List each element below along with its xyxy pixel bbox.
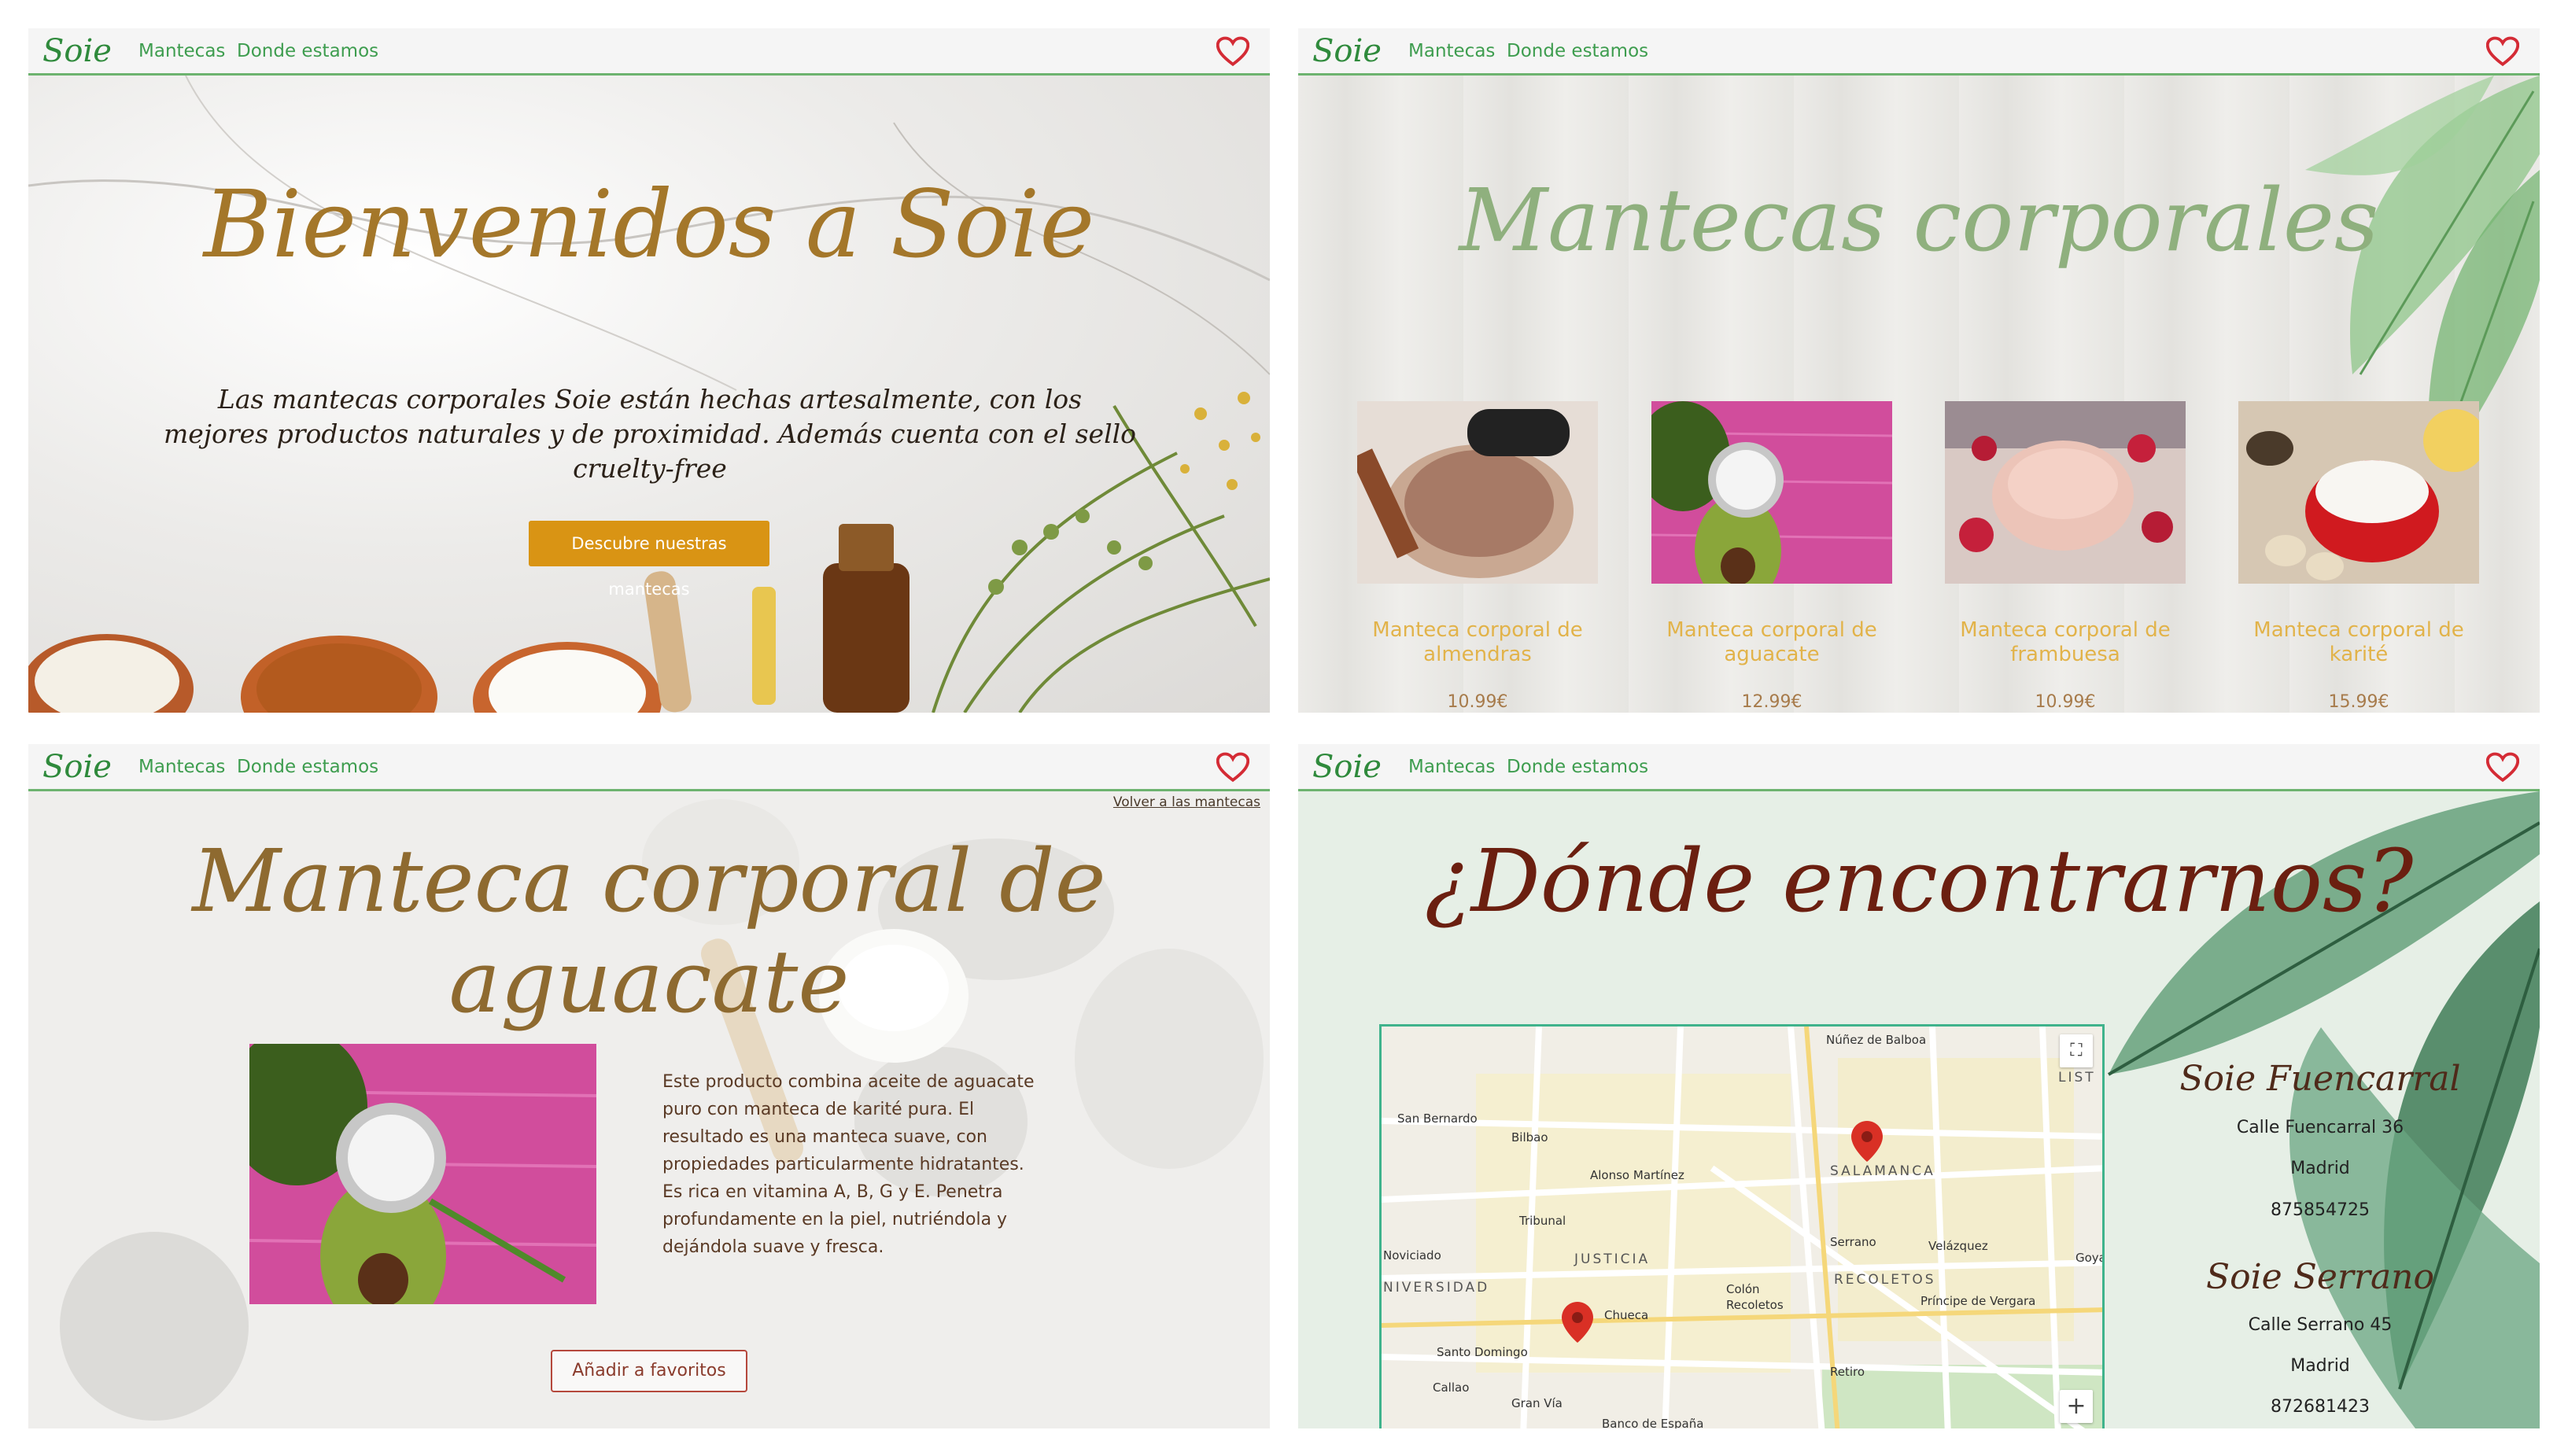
discover-button[interactable]: Descubre nuestras mantecas [529,521,769,599]
page-title: Mantecas corporales [1459,170,2379,271]
store-address: Calle Serrano 45 [2248,1315,2393,1335]
map-label: Bilbao [1511,1130,1548,1145]
product-card-karite[interactable]: Manteca corporal de karité 15.99€ [2238,401,2479,712]
store-city: Madrid [2290,1159,2350,1178]
brand-logo[interactable]: Soie [1312,749,1382,785]
product-image[interactable] [2238,401,2479,584]
nav-link-donde-estamos[interactable]: Donde estamos [1507,41,1648,61]
map-label: Velázquez [1928,1239,1988,1253]
location-screen: Soie Mantecas Donde estamos ¿Dónde encon… [1298,744,2540,1428]
product-price: 10.99€ [1447,692,1508,712]
brand-logo[interactable]: Soie [42,749,112,785]
map-label: LIST [2058,1070,2096,1086]
map-label: Noviciado [1383,1248,1441,1262]
store-address: Calle Fuencarral 36 [2236,1118,2404,1137]
product-name[interactable]: Manteca corporal de frambuesa [1945,618,2186,667]
brand-logo[interactable]: Soie [1312,33,1382,69]
map-label: San Bernardo [1397,1111,1478,1126]
page-title: Manteca corporal de aguacate [192,831,1106,1032]
product-image [249,1044,596,1304]
product-price: 10.99€ [2035,692,2096,712]
navbar: Soie Mantecas Donde estamos [1298,744,2540,791]
product-image[interactable] [1945,401,2186,584]
store-phone: 872681423 [2271,1397,2370,1417]
map-label: NIVERSIDAD [1383,1280,1490,1296]
map-label: SALAMANCA [1830,1163,1935,1179]
product-card-frambuesa[interactable]: Manteca corporal de frambuesa 10.99€ [1945,401,2186,712]
map-label: Alonso Martínez [1590,1168,1684,1182]
back-to-products-link[interactable]: Volver a las mantecas [1113,794,1260,810]
heart-icon[interactable] [2486,752,2519,783]
heart-icon[interactable] [2486,36,2519,68]
map-label: Núñez de Balboa [1826,1033,1927,1047]
product-price: 12.99€ [1741,692,1802,712]
map-streets [1382,1027,2102,1428]
nav-link-mantecas[interactable]: Mantecas [138,757,225,777]
nav-link-mantecas[interactable]: Mantecas [1408,41,1495,61]
map-label: RECOLETOS [1834,1272,1936,1288]
brand-logo[interactable]: Soie [42,33,112,69]
product-detail-screen: Soie Mantecas Donde estamos Volver a las… [28,744,1270,1428]
page-title: ¿Dónde encontrarnos? [1424,831,2414,931]
product-card-almendras[interactable]: Manteca corporal de almendras 10.99€ [1357,401,1598,712]
product-image[interactable] [1651,401,1892,584]
map-label: Colón [1726,1282,1760,1296]
map-label: Callao [1433,1380,1470,1395]
map-label: Banco de España [1602,1417,1704,1428]
navbar: Soie Mantecas Donde estamos [28,744,1270,791]
map-label: Tribunal [1519,1214,1566,1228]
product-name[interactable]: Manteca corporal de karité [2238,618,2479,667]
nav-link-mantecas[interactable]: Mantecas [138,41,225,61]
home-screen: Soie Mantecas Donde estamos Bienvenidos … [28,28,1270,713]
store-name: Soie Fuencarral [2179,1059,2461,1099]
nav-link-mantecas[interactable]: Mantecas [1408,757,1495,777]
zoom-in-button[interactable]: + [2060,1390,2093,1423]
product-description: Este producto combina aceite de aguacate… [662,1072,1035,1257]
map-label: Príncipe de Vergara [1920,1294,2036,1308]
navbar: Soie Mantecas Donde estamos [28,28,1270,76]
product-price: 15.99€ [2328,692,2389,712]
nav-link-donde-estamos[interactable]: Donde estamos [1507,757,1648,777]
nav-link-donde-estamos[interactable]: Donde estamos [237,757,378,777]
map-label: JUSTICIA [1574,1251,1651,1267]
nav-link-donde-estamos[interactable]: Donde estamos [237,41,378,61]
add-to-favorites-button[interactable]: Añadir a favoritos [551,1350,747,1392]
page-title: Bienvenidos a Soie [203,170,1095,278]
fullscreen-icon[interactable]: ⛶ [2060,1034,2093,1067]
map-label: Serrano [1830,1235,1876,1249]
product-card-aguacate[interactable]: Manteca corporal de aguacate 12.99€ [1651,401,1892,712]
map-label: Recoletos [1726,1298,1784,1312]
map-label: Chueca [1604,1308,1649,1322]
navbar: Soie Mantecas Donde estamos [1298,28,2540,76]
product-name[interactable]: Manteca corporal de aguacate [1651,618,1892,667]
store-map[interactable]: Núñez de Balboa LIST San Bernardo Bilbao… [1379,1024,2105,1428]
map-label: Retiro [1830,1365,1865,1379]
heart-icon[interactable] [1216,36,1249,68]
map-label: Santo Domingo [1437,1345,1528,1359]
store-city: Madrid [2290,1356,2350,1376]
map-label: Gran Vía [1511,1396,1563,1410]
heart-icon[interactable] [1216,752,1249,783]
store-name: Soie Serrano [2205,1257,2435,1297]
hero-description: Las mantecas corporales Soie están hecha… [163,384,1137,484]
product-name[interactable]: Manteca corporal de almendras [1357,618,1598,667]
store-phone: 875854725 [2271,1200,2370,1220]
product-image[interactable] [1357,401,1598,584]
products-screen: Soie Mantecas Donde estamos Mantecas cor… [1298,28,2540,713]
